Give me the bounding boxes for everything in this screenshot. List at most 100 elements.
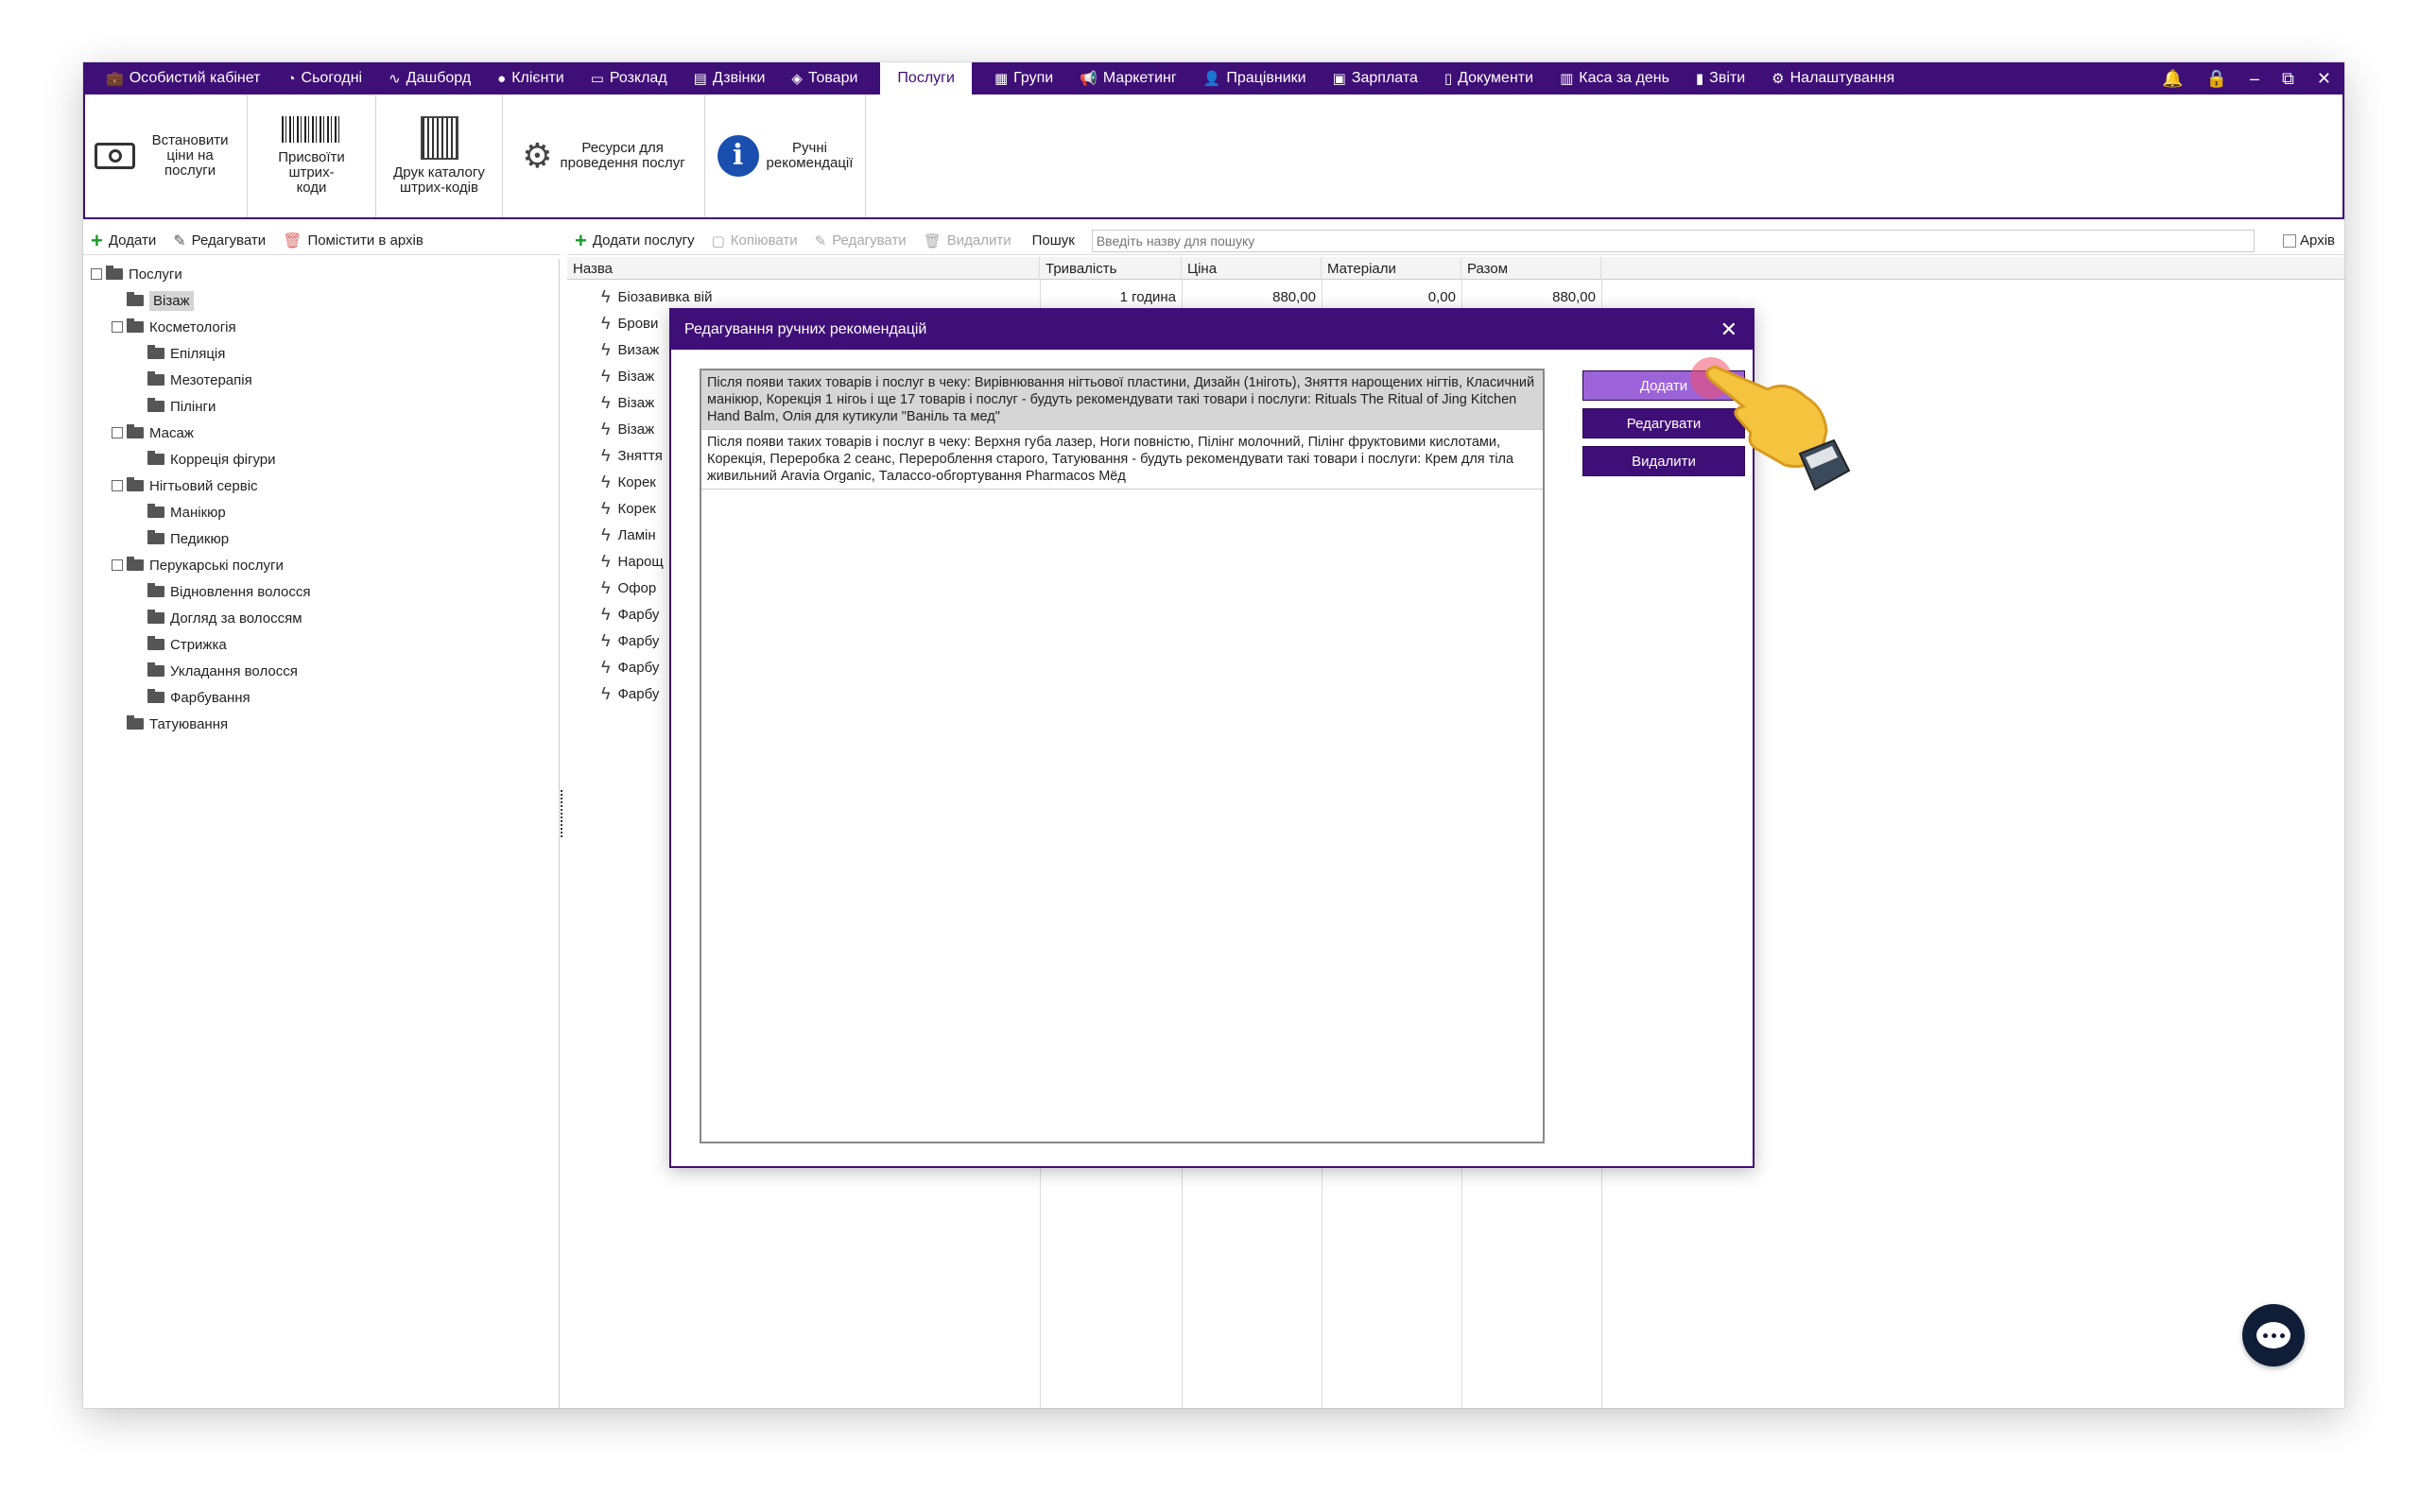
service-bolt-icon: ϟ bbox=[601, 551, 611, 571]
copy-label: Копіювати bbox=[730, 232, 798, 249]
tree-node[interactable]: Нігтьовий сервіс bbox=[112, 474, 258, 497]
service-bolt-icon: ϟ bbox=[601, 313, 611, 333]
menu-item-14[interactable]: ▮ Звіти bbox=[1683, 62, 1758, 94]
menu-item-12[interactable]: ▯ Документи bbox=[1431, 62, 1547, 94]
menu-item-7[interactable]: Послуги bbox=[880, 62, 972, 94]
bell-icon[interactable]: 🔔 bbox=[2162, 69, 2183, 89]
tree-node[interactable]: Татуювання bbox=[112, 713, 228, 735]
edit-category-button[interactable]: ✎ Редагувати bbox=[173, 232, 266, 250]
tree-node-label: Педикюр bbox=[170, 530, 230, 547]
money-icon bbox=[95, 143, 136, 169]
folder-icon bbox=[127, 715, 144, 730]
tree-node[interactable]: Манікюр bbox=[132, 501, 226, 524]
gear-icon: ⚙ bbox=[1772, 71, 1785, 87]
menu-item-13[interactable]: ▥ Каса за день bbox=[1547, 62, 1683, 94]
column-duration[interactable]: Тривалість bbox=[1040, 257, 1182, 280]
folder-icon bbox=[147, 636, 164, 650]
add-category-button[interactable]: + Додати bbox=[91, 228, 156, 252]
lock-icon[interactable]: 🔒 bbox=[2206, 69, 2227, 89]
menu-item-label: Клієнти bbox=[511, 70, 564, 86]
folder-icon bbox=[127, 424, 144, 438]
column-price[interactable]: Ціна bbox=[1182, 257, 1322, 280]
tree-node[interactable]: Догляд за волоссям bbox=[132, 607, 302, 629]
tree-node[interactable]: Корреція фігури bbox=[132, 448, 276, 471]
service-bolt-icon: ϟ bbox=[601, 630, 611, 650]
service-name: Фарбу bbox=[617, 685, 660, 702]
plus-icon: + bbox=[91, 228, 103, 252]
resources-label-2: проведення послуг bbox=[560, 155, 685, 171]
expand-collapse-icon[interactable] bbox=[112, 559, 123, 571]
service-resources-button[interactable]: ⚙ Ресурси для проведення послуг bbox=[503, 94, 705, 217]
menu-item-10[interactable]: 👤 Працівники bbox=[1190, 62, 1320, 94]
set-prices-button[interactable]: Встановити ціни на послуги bbox=[85, 94, 248, 217]
chat-button[interactable] bbox=[2242, 1304, 2305, 1366]
tree-node[interactable]: Мезотерапія bbox=[132, 369, 252, 391]
column-total[interactable]: Разом bbox=[1461, 257, 1601, 280]
edit-service-button[interactable]: ✎ Редагувати bbox=[815, 232, 907, 249]
manual-recommendations-button[interactable]: i Ручні рекомендації bbox=[705, 94, 866, 217]
archive-checkbox[interactable]: Архів bbox=[2283, 232, 2335, 249]
tree-node[interactable]: Фарбування bbox=[132, 686, 251, 709]
tree-node-label: Фарбування bbox=[170, 689, 251, 706]
manual-recs-label-2: рекомендації bbox=[766, 155, 854, 171]
expand-collapse-icon[interactable] bbox=[112, 321, 123, 333]
expand-collapse-icon[interactable] bbox=[112, 480, 123, 491]
restore-icon[interactable]: ⧉ bbox=[2282, 69, 2294, 89]
copy-service-button[interactable]: ▢ Копіювати bbox=[712, 232, 798, 249]
add-service-button[interactable]: + Додати послугу bbox=[575, 230, 695, 250]
folder-icon bbox=[147, 504, 164, 518]
panel-splitter[interactable] bbox=[561, 790, 564, 837]
menu-item-label: Розклад bbox=[609, 70, 667, 86]
print-barcode-catalog-button[interactable]: Друк каталогу штрих-кодів bbox=[376, 94, 503, 217]
menu-item-3[interactable]: ● Клієнти bbox=[484, 62, 578, 94]
tree-node[interactable]: Перукарські послуги bbox=[112, 554, 284, 576]
close-window-icon[interactable]: ✕ bbox=[2317, 69, 2331, 89]
pulse-icon: ∿ bbox=[389, 71, 401, 87]
minimize-icon[interactable]: – bbox=[2250, 69, 2259, 89]
expand-collapse-icon[interactable] bbox=[91, 268, 102, 280]
tree-node-label: Стрижка bbox=[170, 636, 227, 653]
tree-node[interactable]: Відновлення волосся bbox=[132, 580, 311, 603]
tree-node[interactable]: Стрижка bbox=[132, 633, 227, 656]
person-icon: 👤 bbox=[1202, 71, 1221, 87]
menu-item-9[interactable]: 📢 Маркетинг bbox=[1066, 62, 1189, 94]
service-duration-cell: 1 година bbox=[1119, 288, 1176, 305]
tree-node[interactable]: Укладання волосся bbox=[132, 660, 298, 682]
tree-node-label: Манікюр bbox=[170, 504, 226, 521]
recommendations-list[interactable]: Після появи таких товарів і послуг в чек… bbox=[700, 369, 1545, 1143]
service-name: Візаж bbox=[617, 368, 655, 385]
menu-item-4[interactable]: ▭ Розклад bbox=[578, 62, 681, 94]
search-input[interactable] bbox=[1091, 229, 2255, 252]
menu-item-0[interactable]: 💼 Особистий кабінет bbox=[93, 62, 273, 94]
expand-collapse-icon[interactable] bbox=[112, 427, 123, 438]
menu-item-15[interactable]: ⚙ Налаштування bbox=[1758, 62, 1908, 94]
menu-item-1[interactable]: ◔ Сьогодні bbox=[273, 62, 375, 94]
delete-service-button[interactable]: 🗑 Видалити bbox=[924, 232, 1011, 249]
recommendation-item[interactable]: Після появи таких товарів і послуг в чек… bbox=[701, 370, 1543, 430]
tree-node[interactable]: Масаж bbox=[112, 421, 194, 444]
service-name: Зняття bbox=[617, 447, 663, 464]
column-duration-label: Тривалість bbox=[1046, 260, 1117, 277]
menu-item-11[interactable]: ▣ Зарплата bbox=[1320, 62, 1431, 94]
close-icon[interactable]: ✕ bbox=[1720, 318, 1737, 342]
checkbox-icon bbox=[2283, 233, 2297, 248]
menu-item-6[interactable]: ◈ Товари bbox=[778, 62, 871, 94]
tree-node[interactable]: Епіляція bbox=[132, 342, 225, 365]
assign-barcodes-button[interactable]: Присвоїти штрих- коди bbox=[248, 94, 376, 217]
recommendation-item[interactable]: Після появи таких товарів і послуг в чек… bbox=[701, 430, 1543, 490]
column-materials[interactable]: Матеріали bbox=[1322, 257, 1461, 280]
service-bolt-icon: ϟ bbox=[601, 524, 611, 544]
column-name[interactable]: Назва bbox=[567, 257, 1040, 280]
menu-item-5[interactable]: ▤ Дзвінки bbox=[681, 62, 779, 94]
tree-node[interactable]: Пілінги bbox=[132, 395, 216, 418]
tree-node[interactable]: Послуги bbox=[91, 263, 182, 285]
menu-item-2[interactable]: ∿ Дашборд bbox=[375, 62, 484, 94]
tree-node[interactable]: Косметологія bbox=[112, 316, 236, 338]
add-recommendation-label: Додати bbox=[1639, 377, 1688, 394]
delete-service-label: Видалити bbox=[946, 232, 1011, 249]
table-row[interactable]: ϟ Біозавивка вій 1 година 880,00 0,00 880,00 bbox=[567, 284, 1607, 310]
tree-node[interactable]: Візаж bbox=[112, 289, 194, 312]
menu-item-8[interactable]: ▦ Групи bbox=[981, 62, 1066, 94]
archive-category-button[interactable]: 🗑 Помістити в архів bbox=[283, 232, 424, 250]
tree-node[interactable]: Педикюр bbox=[132, 527, 229, 550]
